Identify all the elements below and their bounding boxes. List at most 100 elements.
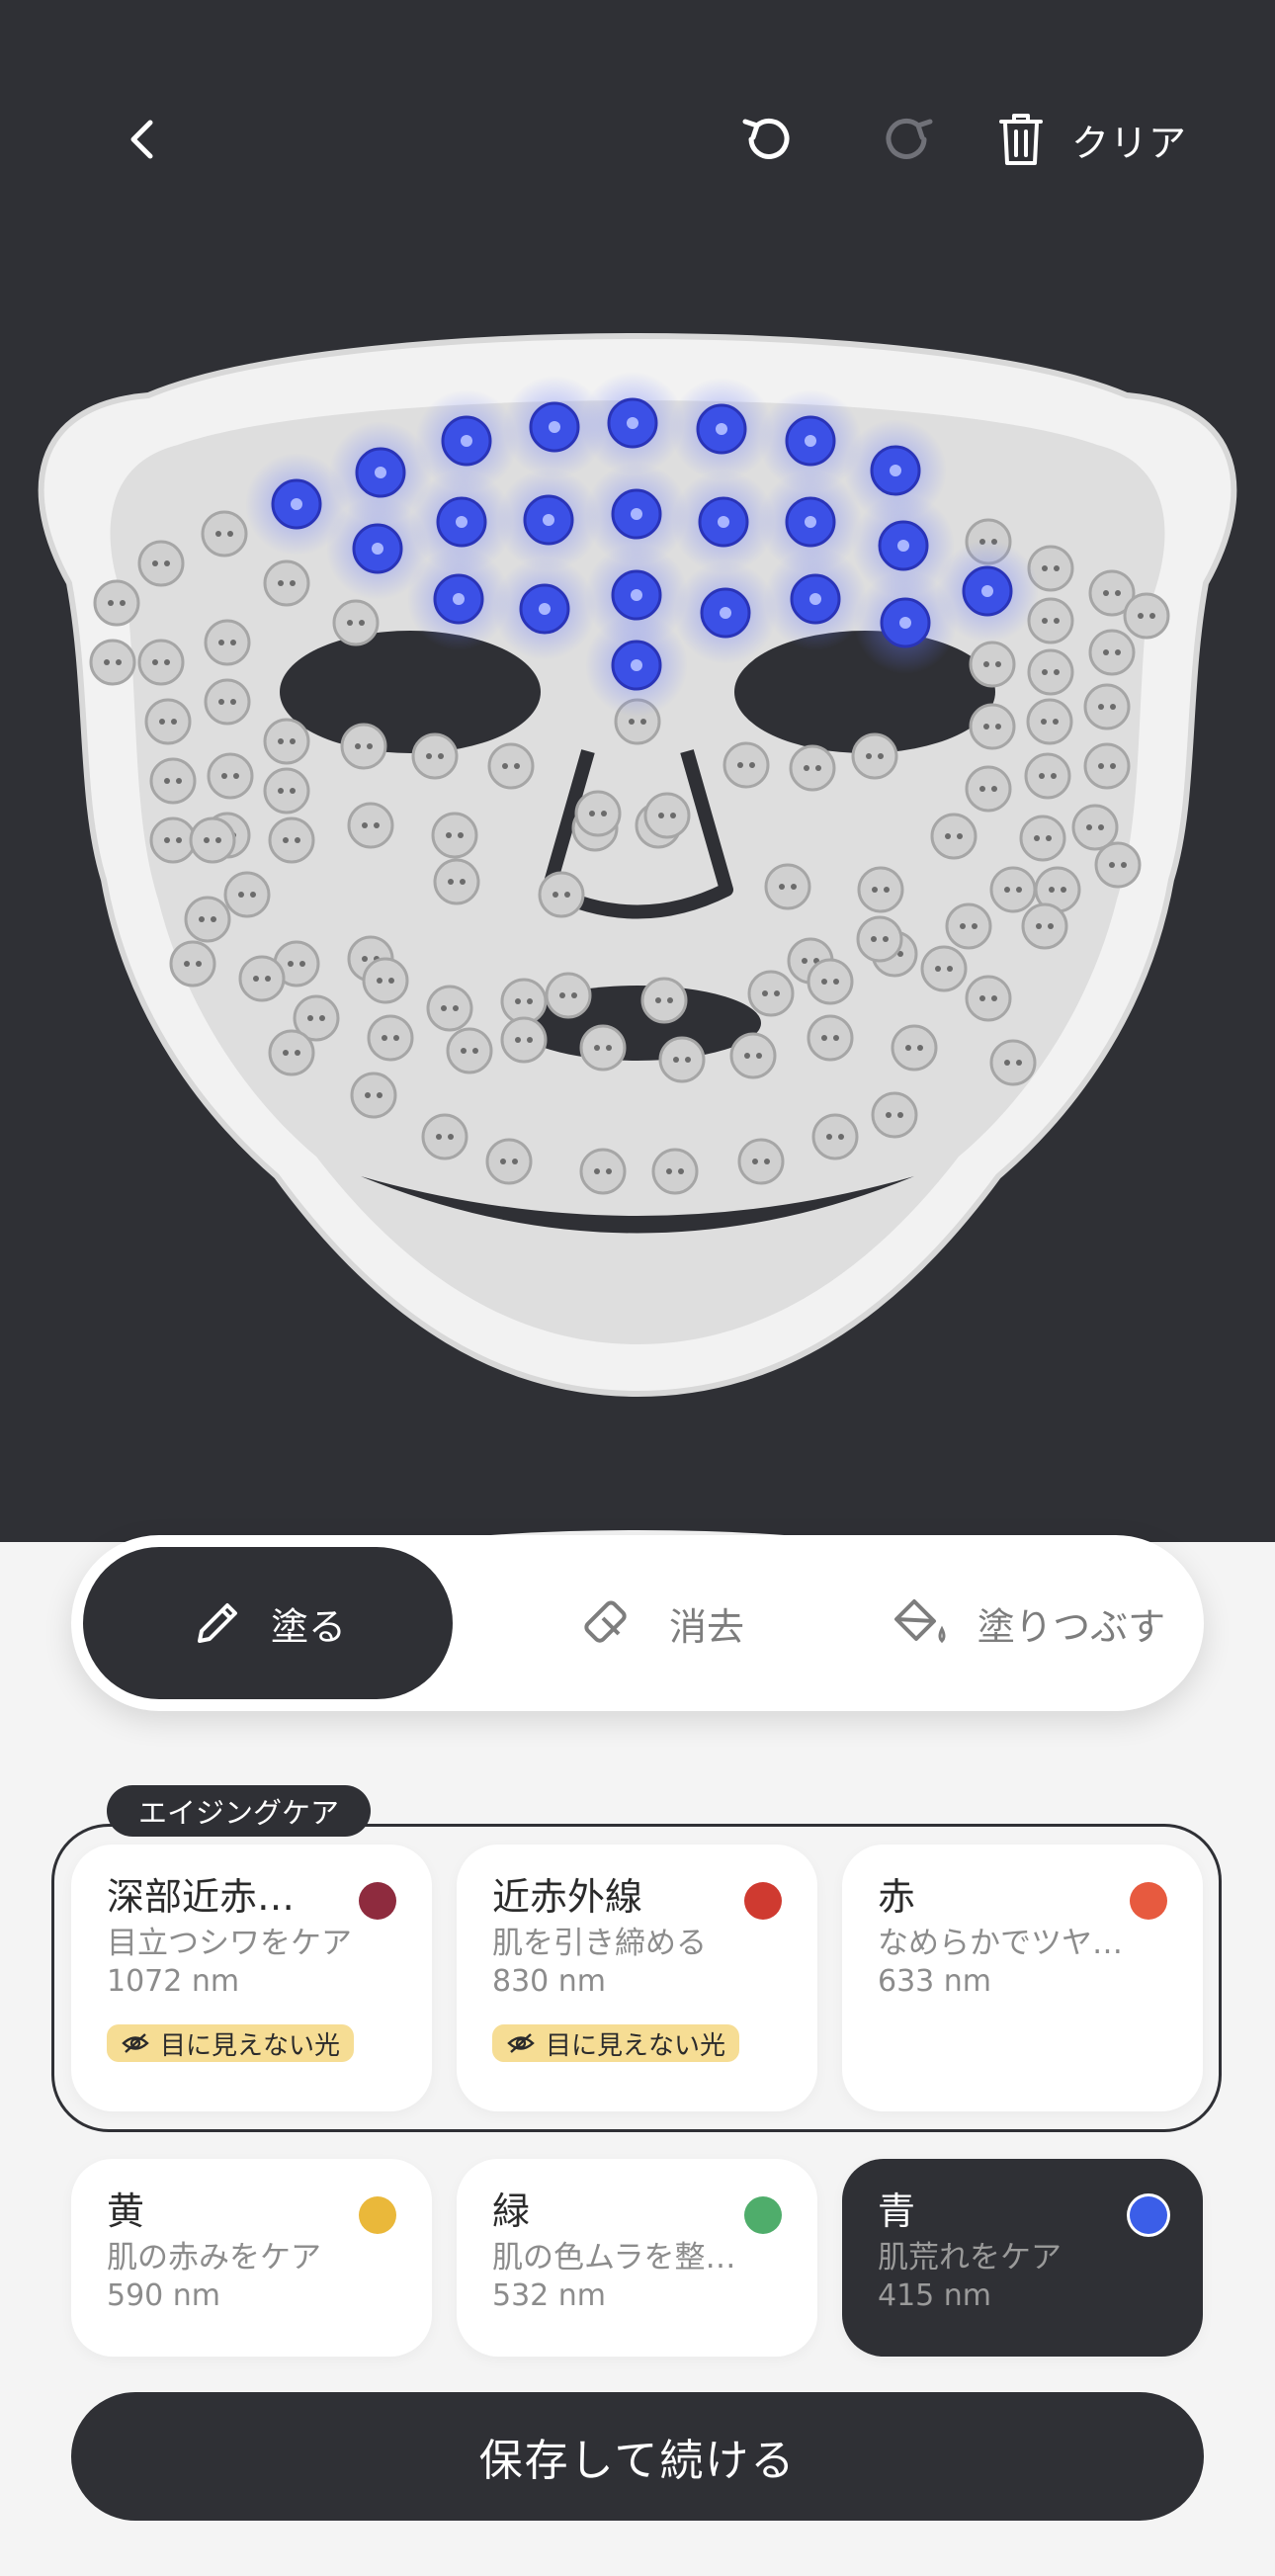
undo-button[interactable] <box>726 99 808 180</box>
led-off[interactable] <box>367 1014 414 1062</box>
led-off[interactable] <box>789 744 836 792</box>
led-off[interactable] <box>431 812 478 859</box>
led-off[interactable] <box>965 765 1012 813</box>
led-off[interactable] <box>144 698 192 745</box>
led-off[interactable] <box>1026 698 1073 745</box>
led-off[interactable] <box>920 945 968 992</box>
led-off[interactable] <box>1094 841 1142 889</box>
led-off[interactable] <box>487 742 535 790</box>
color-card-deep-nir[interactable]: 深部近赤… 目立つシワをケア 1072 nm 目に見えない光 <box>71 1845 432 2111</box>
led-off[interactable] <box>545 972 592 1019</box>
led-off[interactable] <box>347 802 394 849</box>
led-off[interactable] <box>737 1138 785 1185</box>
led-off[interactable] <box>169 940 216 987</box>
color-card-blue[interactable]: 青 肌荒れをケア 415 nm <box>842 2159 1203 2357</box>
led-off[interactable] <box>579 1148 627 1195</box>
led-off[interactable] <box>1019 815 1066 862</box>
led-off[interactable] <box>857 866 904 913</box>
led-off[interactable] <box>204 619 251 666</box>
led-off[interactable] <box>204 678 251 726</box>
led-off[interactable] <box>263 559 310 607</box>
led-off[interactable] <box>1123 592 1170 640</box>
led-off[interactable] <box>1024 752 1071 800</box>
led-off[interactable] <box>969 703 1016 750</box>
led-off[interactable] <box>965 975 1012 1022</box>
led-off[interactable] <box>538 871 585 918</box>
led-off[interactable] <box>421 1113 468 1160</box>
led-lit-core <box>890 465 901 476</box>
led-off[interactable] <box>426 985 473 1032</box>
led-off-dot <box>1061 887 1066 893</box>
led-off[interactable] <box>989 866 1037 913</box>
led-off[interactable] <box>851 732 898 780</box>
led-off-dot <box>176 778 182 784</box>
led-off[interactable] <box>729 1032 777 1079</box>
led-off[interactable] <box>807 1014 854 1062</box>
led-off[interactable] <box>340 723 387 770</box>
color-card-nir[interactable]: 近赤外線 肌を引き締める 830 nm 目に見えない光 <box>457 1845 817 2111</box>
tool-erase[interactable]: 消去 <box>486 1547 842 1699</box>
led-off[interactable] <box>268 1029 315 1076</box>
back-button[interactable] <box>99 95 188 184</box>
led-off[interactable] <box>1083 742 1131 790</box>
led-off[interactable] <box>362 957 409 1004</box>
led-off[interactable] <box>263 767 310 815</box>
led-off[interactable] <box>930 813 978 860</box>
led-off[interactable] <box>332 599 380 646</box>
led-off[interactable] <box>574 790 622 837</box>
led-off[interactable] <box>651 1148 699 1195</box>
led-off[interactable] <box>1027 648 1074 696</box>
led-off[interactable] <box>268 816 315 864</box>
led-off[interactable] <box>433 858 480 905</box>
led-off[interactable] <box>579 1024 627 1072</box>
led-off[interactable] <box>263 718 310 765</box>
tool-fill[interactable]: 塗りつぶす <box>862 1547 1192 1699</box>
led-off[interactable] <box>643 792 691 839</box>
led-off[interactable] <box>807 958 854 1005</box>
led-off[interactable] <box>500 978 548 1025</box>
led-off[interactable] <box>1088 629 1136 676</box>
led-off[interactable] <box>184 896 231 943</box>
led-off[interactable] <box>446 1027 493 1074</box>
led-off[interactable] <box>93 579 140 627</box>
led-off-dot <box>164 837 170 843</box>
led-off[interactable] <box>640 977 688 1024</box>
led-off[interactable] <box>411 732 459 780</box>
led-off[interactable] <box>989 1039 1037 1086</box>
led-off[interactable] <box>149 757 197 805</box>
clear-button[interactable]: クリア <box>998 97 1235 182</box>
led-off[interactable] <box>891 1024 938 1072</box>
led-off[interactable] <box>945 902 992 950</box>
led-off[interactable] <box>747 970 795 1017</box>
led-off[interactable] <box>856 915 903 963</box>
led-off[interactable] <box>89 639 136 686</box>
led-off[interactable] <box>811 1113 859 1160</box>
save-continue-button[interactable]: 保存して続ける <box>71 2392 1204 2521</box>
led-off[interactable] <box>137 540 185 587</box>
led-off[interactable] <box>238 955 286 1002</box>
led-off[interactable] <box>189 816 236 864</box>
led-off[interactable] <box>137 639 185 686</box>
redo-button[interactable] <box>868 99 949 180</box>
led-off[interactable] <box>1071 804 1119 851</box>
led-off[interactable] <box>722 741 770 789</box>
tool-paint[interactable]: 塗る <box>83 1547 453 1699</box>
led-off[interactable] <box>871 1091 918 1139</box>
led-off[interactable] <box>350 1072 397 1119</box>
led-off[interactable] <box>1021 902 1068 950</box>
led-off[interactable] <box>500 1016 548 1064</box>
led-off[interactable] <box>485 1138 533 1185</box>
led-off[interactable] <box>149 816 197 864</box>
led-off-dot <box>1016 887 1022 893</box>
led-off[interactable] <box>764 863 811 910</box>
color-card-yellow[interactable]: 黄 肌の赤みをケア 590 nm <box>71 2159 432 2357</box>
led-off[interactable] <box>201 510 248 558</box>
led-off[interactable] <box>207 752 254 800</box>
led-mask-canvas[interactable] <box>20 326 1255 1404</box>
color-card-green[interactable]: 緑 肌の色ムラを整… 532 nm <box>457 2159 817 2357</box>
led-off[interactable] <box>658 1036 706 1083</box>
led-off[interactable] <box>223 871 271 918</box>
color-card-red[interactable]: 赤 なめらかでツヤ… 633 nm <box>842 1845 1203 2111</box>
led-off[interactable] <box>969 641 1016 688</box>
led-off[interactable] <box>1083 683 1131 730</box>
